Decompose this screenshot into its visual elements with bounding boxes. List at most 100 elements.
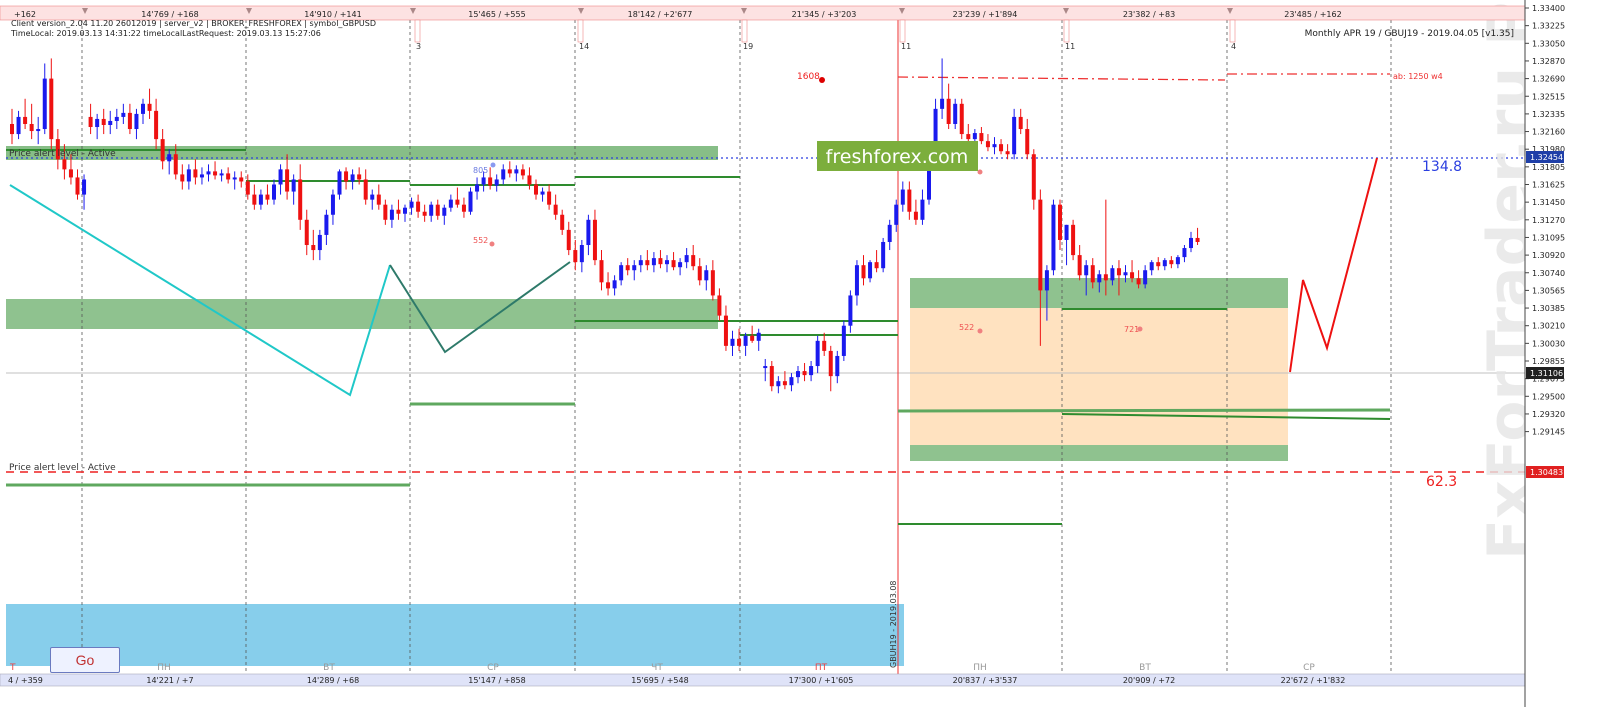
candle-body (23, 116, 28, 124)
candle-body (953, 103, 958, 124)
price-axis-label: 1.30030 (1532, 339, 1565, 348)
candle-body (1097, 274, 1102, 283)
candle-body (226, 173, 231, 180)
candle-body (900, 189, 905, 205)
candle-body (376, 194, 381, 205)
point-label-522: 522 (959, 323, 974, 332)
candle-body (769, 366, 774, 387)
point-label-1608: 1608 (797, 72, 820, 82)
day-label: T (9, 663, 16, 673)
candle-body (1005, 151, 1010, 155)
candle-body (186, 169, 191, 182)
candle-body (1090, 265, 1095, 283)
candle[interactable] (468, 187, 473, 215)
candle-body (586, 219, 591, 246)
alert-label-top: Price alert level - Active (9, 149, 116, 159)
candle-body (232, 177, 237, 180)
candle-body (147, 103, 152, 111)
candle-body (1189, 237, 1193, 249)
candle-body (16, 116, 21, 135)
date-marker-vertical: GBUH19 - 2019.03.08 (889, 580, 898, 668)
candle-body (1182, 248, 1187, 258)
candle[interactable] (959, 98, 964, 140)
candle-body (167, 154, 172, 162)
candle[interactable] (1051, 199, 1056, 276)
candle-body (723, 315, 728, 346)
price-chart[interactable]: Price alert level - Active Price alert l… (0, 0, 1600, 707)
go-button[interactable]: Go (50, 647, 120, 673)
candle-body (868, 262, 873, 279)
candle-body (1044, 270, 1049, 291)
top-bar-label: 23'485 / +162 (1284, 10, 1341, 19)
info-line-1: Client version_2.04 11.20 26012019 | ser… (11, 19, 376, 28)
day-label: ЧТ (651, 663, 663, 673)
candle-body (881, 241, 886, 269)
candle-body (403, 207, 407, 214)
candle-body (36, 129, 41, 132)
candle-body (599, 260, 604, 283)
price-axis-label: 1.31270 (1532, 216, 1565, 225)
candle-body (108, 120, 113, 125)
candle-body (841, 325, 846, 356)
bottom-bar-label: 14'221 / +7 (146, 676, 193, 685)
candle-body (29, 123, 34, 132)
price-tag-blue-text: 1.32454 (1530, 153, 1563, 162)
price-tag-current-text: 1.31106 (1530, 369, 1563, 378)
candle-body (324, 214, 329, 235)
candle-body (1031, 154, 1036, 200)
price-tag-red-text: 1.30483 (1530, 468, 1563, 477)
candle-body (678, 262, 683, 268)
top-flag (577, 19, 584, 43)
candle-body (121, 112, 126, 117)
candle-body (1136, 278, 1141, 285)
candle-body (278, 169, 283, 185)
price-axis[interactable]: 1.33400 1.33225 1.33050 1.32870 1.32690 1.325… (1524, 0, 1600, 707)
candle-body (809, 366, 814, 376)
point-label-721: 721 (1124, 325, 1139, 334)
candle-body (1175, 257, 1180, 265)
candle-body (219, 173, 224, 176)
price-axis-label: 1.31450 (1532, 198, 1565, 207)
candle-body (697, 266, 702, 281)
price-axis-label: 1.30565 (1532, 286, 1565, 295)
candle-body (337, 171, 342, 195)
top-flag (414, 19, 421, 43)
candle-body (540, 191, 545, 195)
candle-body (1195, 237, 1200, 242)
candle-body (782, 381, 787, 386)
bottom-bar-label: 20'909 / +72 (1123, 676, 1175, 685)
point-dot-721 (1137, 326, 1143, 332)
candle-body (894, 204, 899, 225)
candle[interactable] (1071, 219, 1076, 261)
blue-zone (6, 604, 904, 666)
candle-body (534, 184, 538, 195)
candle-body (796, 371, 800, 378)
point-dot-552 (489, 241, 495, 247)
candle-body (632, 265, 637, 271)
candle-body (272, 184, 276, 200)
candle-body (606, 282, 611, 289)
top-flag-number: 19 (743, 42, 753, 51)
candle-body (311, 245, 316, 251)
day-label: СР (1303, 663, 1315, 673)
candle[interactable] (841, 320, 846, 361)
candle-body (435, 204, 440, 216)
top-bar-label: 21'345 / +3'203 (792, 10, 857, 19)
candle-body (756, 332, 761, 341)
candle-body (173, 154, 178, 175)
candle-body (972, 133, 977, 140)
candle-body (10, 123, 14, 135)
info-line-2: TimeLocal: 2019.03.13 14:31:22 timeLocal… (10, 29, 321, 38)
candle-body (1149, 262, 1154, 271)
brand-text: freshforex.com (826, 146, 969, 168)
price-axis-label: 1.33225 (1532, 22, 1565, 31)
candle-body (1077, 255, 1082, 276)
candle-body (651, 258, 656, 266)
candle-body (1018, 116, 1023, 130)
candle-body (101, 118, 106, 125)
candle[interactable] (881, 237, 886, 273)
candle-body (75, 177, 80, 195)
candle-body (213, 171, 218, 176)
price-axis-background (1525, 0, 1600, 707)
candle-body (383, 204, 388, 220)
